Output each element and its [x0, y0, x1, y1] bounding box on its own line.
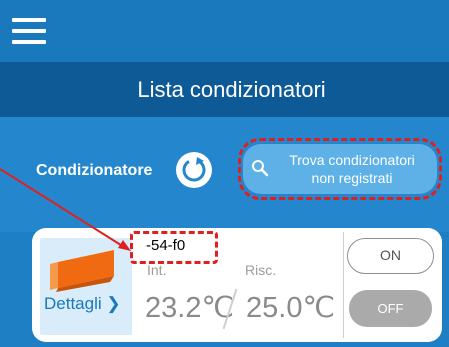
refresh-icon — [182, 157, 206, 182]
filter-bar: Condizionatore Trova condizionatori non … — [0, 117, 449, 232]
search-icon — [252, 160, 269, 177]
find-label-line2: non registrati — [311, 170, 393, 186]
find-label-line1: Trova condizionatori — [289, 152, 415, 168]
chevron-right-icon: ❯ — [106, 294, 121, 313]
details-link[interactable]: Dettagli ❯ — [44, 294, 121, 314]
set-temperature: 25.0℃ — [246, 292, 336, 324]
refresh-button[interactable] — [176, 152, 212, 188]
find-unregistered-button[interactable]: Trova condizionatori non registrati — [243, 144, 437, 194]
power-off-button[interactable]: OFF — [349, 290, 432, 327]
page-title: Lista condizionatori — [137, 77, 326, 102]
card-divider — [343, 232, 344, 338]
indoor-temperature: 23.2℃ — [145, 292, 235, 324]
mode-label: Risc. — [245, 262, 277, 278]
title-bar: Lista condizionatori — [0, 62, 449, 117]
power-on-button[interactable]: ON — [347, 238, 434, 274]
air-conditioner-icon — [50, 250, 114, 292]
condizionatore-label: Condizionatore — [36, 162, 153, 179]
unit-card: Dettagli ❯ -54-f0 Int. Risc. 23.2℃ 25.0℃… — [32, 228, 442, 342]
device-name: -54-f0 — [146, 237, 186, 254]
hamburger-menu-icon[interactable] — [12, 18, 46, 46]
details-label: Dettagli — [44, 294, 102, 313]
top-app-bar — [0, 0, 449, 62]
app-screen: Lista condizionatori Condizionatore Trov… — [0, 0, 449, 347]
unit-details-button[interactable]: Dettagli ❯ — [40, 238, 132, 335]
find-unregistered-label: Trova condizionatori non registrati — [271, 151, 433, 187]
indoor-temp-label: Int. — [147, 262, 167, 278]
